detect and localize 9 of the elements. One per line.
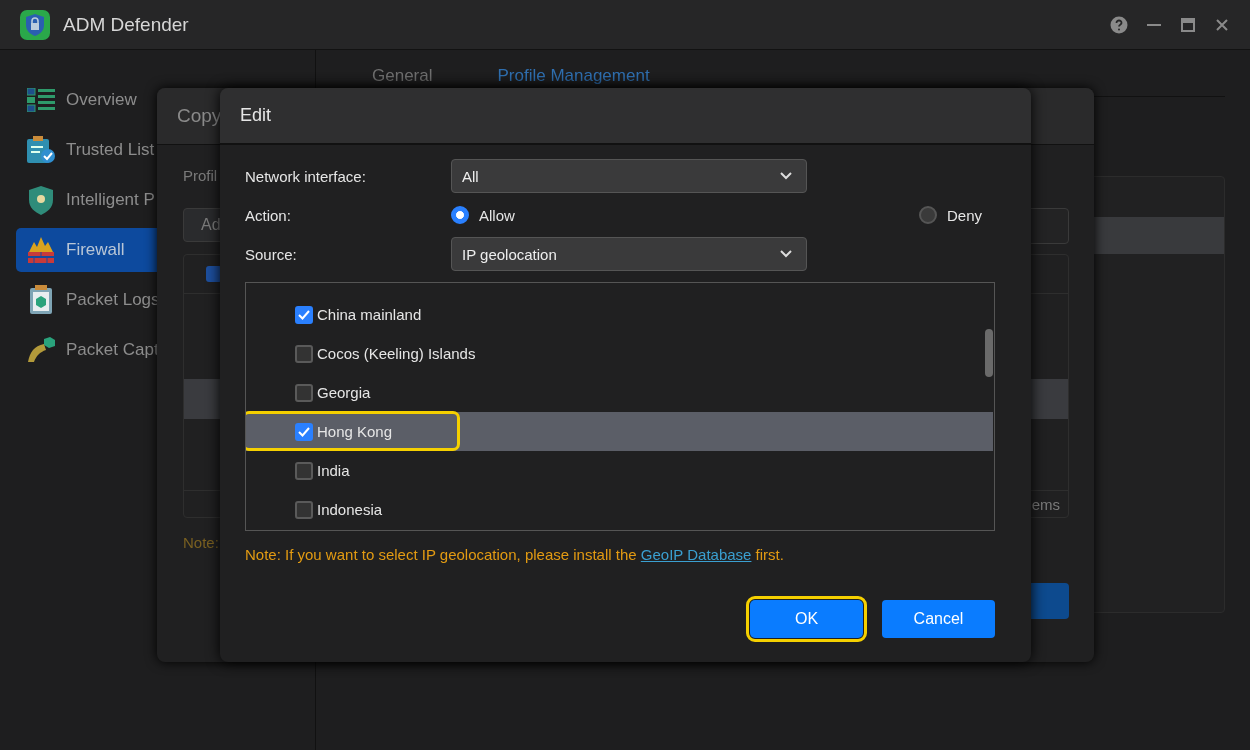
window-title: ADM Defender — [63, 13, 190, 36]
field-label: Network interface: — [245, 167, 367, 185]
field-label: Source: — [245, 245, 298, 263]
field-label: Action: — [245, 206, 292, 224]
note-text: Note: If you want to select IP geolocation, please install the GeoIP Database first. — [245, 546, 785, 563]
field-label: Profil — [183, 167, 218, 184]
footer-text: ems — [1031, 495, 1060, 513]
dialog-title: Edit — [220, 88, 1031, 145]
note-text: Note: — [183, 534, 220, 551]
